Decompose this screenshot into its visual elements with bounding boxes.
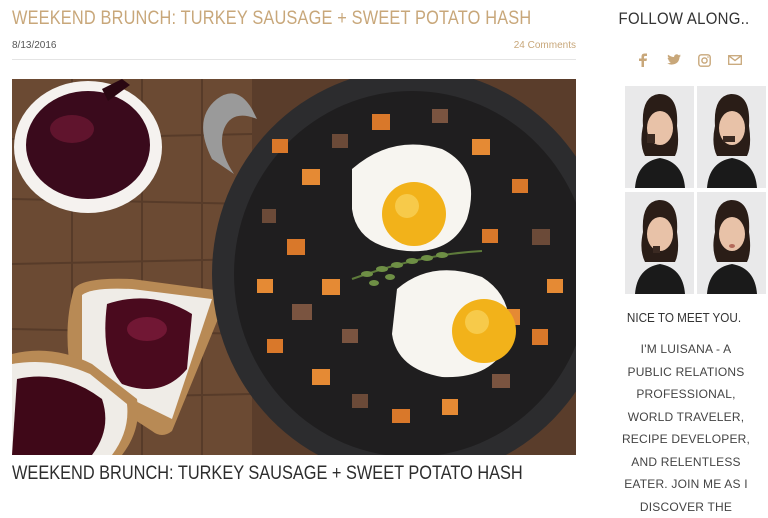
facebook-icon[interactable] bbox=[634, 51, 652, 69]
social-links bbox=[634, 51, 744, 71]
profile-photo-grid[interactable] bbox=[625, 86, 766, 294]
post-title-bottom[interactable]: WEEKEND BRUNCH: TURKEY SAUSAGE + SWEET P… bbox=[12, 463, 523, 485]
intro-heading: NICE TO MEET YOU. bbox=[626, 310, 742, 325]
follow-heading: FOLLOW ALONG.. bbox=[618, 9, 750, 28]
profile-photo bbox=[697, 192, 766, 294]
profile-photo bbox=[697, 86, 766, 188]
profile-photo bbox=[625, 192, 694, 294]
sidebar: FOLLOW ALONG.. NICE TO MEET YOU. I'M LUI… bbox=[600, 0, 768, 514]
twitter-icon[interactable] bbox=[665, 51, 683, 69]
comments-link[interactable]: 24 Comments bbox=[514, 40, 576, 51]
hero-image[interactable] bbox=[12, 79, 576, 455]
bio-text: I'M LUISANA - A PUBLIC RELATIONS PROFESS… bbox=[621, 342, 751, 514]
hash-skillet-photo bbox=[12, 79, 576, 455]
instagram-icon[interactable] bbox=[695, 51, 713, 69]
post-title[interactable]: WEEKEND BRUNCH: TURKEY SAUSAGE + SWEET P… bbox=[12, 8, 531, 30]
post-meta: 8/13/2016 24 Comments bbox=[12, 39, 576, 60]
post-date: 8/13/2016 bbox=[12, 40, 57, 51]
mail-icon[interactable] bbox=[726, 51, 744, 69]
profile-photo bbox=[625, 86, 694, 188]
